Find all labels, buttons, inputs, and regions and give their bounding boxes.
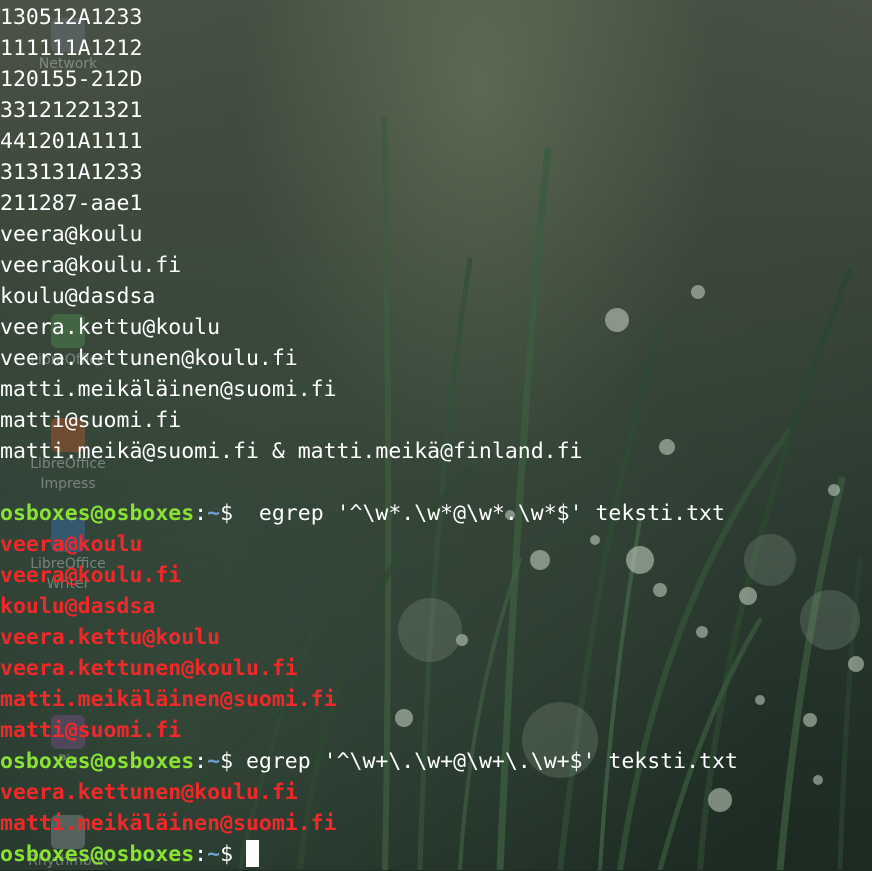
command-line: osboxes@osboxes:~$ egrep '^\w+\.\w+@\w+\… (0, 746, 872, 777)
file-line: koulu@dasdsa (0, 284, 156, 309)
match-line: matti@suomi.fi (0, 718, 182, 743)
command-line: osboxes@osboxes:~$ egrep '^\w*.\w*@\w*.\… (0, 498, 872, 529)
command-text: egrep '^\w+\.\w+@\w+\.\w+$' teksti.txt (233, 749, 738, 774)
prompt-colon: : (194, 842, 208, 867)
file-line: matti.meikä@suomi.fi & matti.meikä@finla… (0, 439, 583, 464)
command-input[interactable] (233, 842, 246, 867)
match-line: matti.meikäläinen@suomi.fi (0, 687, 337, 712)
match-line: veera.kettunen@koulu.fi (0, 656, 298, 681)
prompt-dollar: $ (220, 749, 234, 774)
file-line: 111111A1212 (0, 36, 143, 61)
prompt-path: ~ (207, 842, 221, 867)
file-line: veera@koulu.fi (0, 253, 182, 278)
match-line: veera@koulu.fi (0, 563, 182, 588)
match-line: koulu@dasdsa (0, 594, 156, 619)
file-line: matti@suomi.fi (0, 408, 182, 433)
text-cursor (245, 840, 259, 867)
file-line: veera.kettunen@koulu.fi (0, 346, 298, 371)
file-line: veera.kettu@koulu (0, 315, 221, 340)
prompt-path: ~ (207, 749, 221, 774)
file-line: 211287-aae1 (0, 191, 143, 216)
match-line: veera.kettunen@koulu.fi (0, 780, 298, 805)
file-line: matti.meikäläinen@suomi.fi (0, 377, 337, 402)
active-prompt-line[interactable]: osboxes@osboxes:~$ (0, 839, 872, 870)
prompt-user-host: osboxes@osboxes (0, 842, 195, 867)
file-line: 120155-212D (0, 67, 143, 92)
prompt-user-host: osboxes@osboxes (0, 501, 195, 526)
prompt-path: ~ (207, 501, 221, 526)
prompt-dollar: $ (220, 842, 234, 867)
prompt-colon: : (194, 501, 208, 526)
match-line: matti.meikäläinen@suomi.fi (0, 811, 337, 836)
terminal-output[interactable]: 130512A1233 111111A1212 120155-212D 3312… (0, 2, 872, 870)
match-line: veera.kettu@koulu (0, 625, 221, 650)
match-line: veera@koulu (0, 532, 143, 557)
prompt-user-host: osboxes@osboxes (0, 749, 195, 774)
command-text: egrep '^\w*.\w*@\w*.\w*$' teksti.txt (233, 501, 725, 526)
prompt-dollar: $ (220, 501, 234, 526)
file-line: 130512A1233 (0, 5, 143, 30)
file-line: 441201A1111 (0, 129, 143, 154)
file-line: 33121221321 (0, 98, 143, 123)
file-line: 313131A1233 (0, 160, 143, 185)
prompt-colon: : (194, 749, 208, 774)
file-line: veera@koulu (0, 222, 143, 247)
